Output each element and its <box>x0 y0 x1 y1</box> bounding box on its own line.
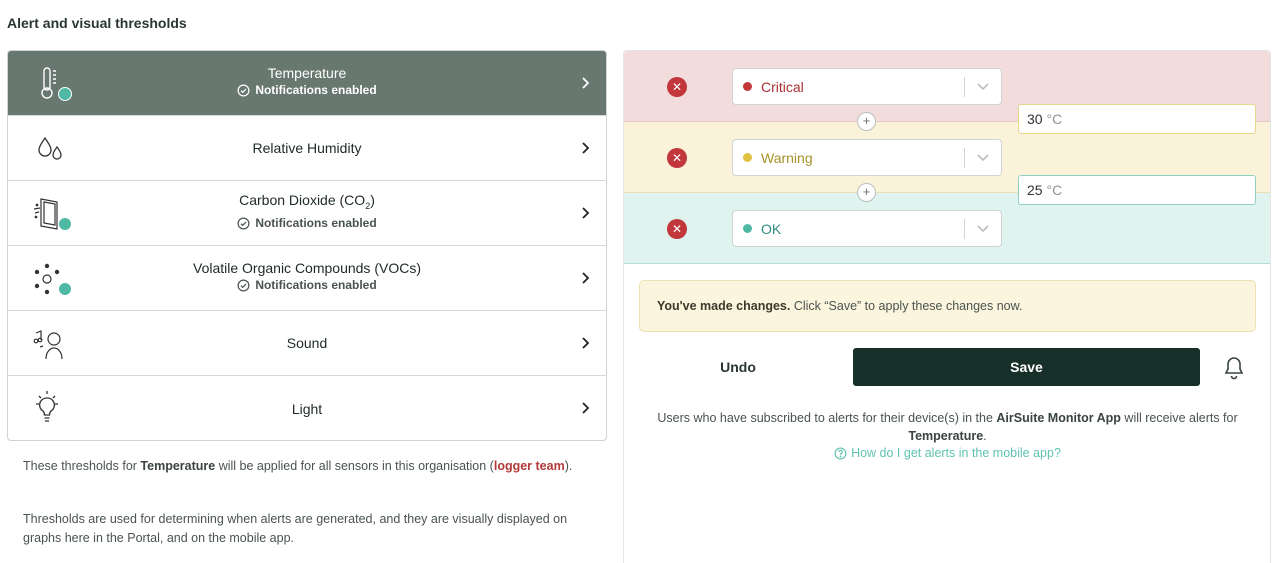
page-title: Alert and visual thresholds <box>7 15 187 31</box>
threshold-usage-description: Thresholds are used for determining when… <box>23 512 568 545</box>
check-circle-icon <box>237 279 250 292</box>
sound-icon <box>32 325 72 363</box>
chevron-down-icon[interactable] <box>965 68 1001 105</box>
chevron-right-icon <box>582 142 590 154</box>
level-select-warning[interactable]: Warning <box>732 139 1002 176</box>
notification-status: Notifications enabled <box>237 82 377 98</box>
notification-status: Notifications enabled <box>237 277 377 293</box>
sensor-list: Temperature Notifications enabled Relati… <box>7 50 607 441</box>
chevron-right-icon <box>582 77 590 89</box>
status-dot <box>743 224 752 233</box>
remove-critical-button[interactable]: ✕ <box>667 77 687 97</box>
status-dot <box>743 82 752 91</box>
notification-label: Notifications enabled <box>255 278 377 293</box>
level-label: OK <box>761 220 782 237</box>
question-circle-icon <box>834 447 847 459</box>
notification-label: Notifications enabled <box>255 83 377 98</box>
sensor-item-temperature[interactable]: Temperature Notifications enabled <box>8 51 606 116</box>
sensor-name: Relative Humidity <box>252 140 362 156</box>
sensor-name: Volatile Organic Compounds (VOCs) <box>193 260 421 277</box>
droplets-icon <box>32 130 72 168</box>
mobile-alerts-help-link[interactable]: How do I get alerts in the mobile app? <box>639 446 1256 460</box>
level-label: Critical <box>761 78 804 95</box>
sensor-item-sound[interactable]: Sound <box>8 311 606 376</box>
sensor-item-voc[interactable]: Volatile Organic Compounds (VOCs) Notifi… <box>8 246 606 311</box>
bell-badge-icon <box>58 282 72 296</box>
level-label: Warning <box>761 149 813 166</box>
bell-badge-icon <box>58 217 72 231</box>
check-circle-icon <box>237 84 250 97</box>
level-select-critical[interactable]: Critical <box>732 68 1002 105</box>
thermometer-icon <box>32 65 72 103</box>
bell-icon[interactable] <box>1222 355 1246 381</box>
organisation-name: logger team <box>493 459 565 473</box>
warning-threshold-input[interactable]: 25 °C <box>1018 175 1256 205</box>
notification-label: Notifications enabled <box>255 216 377 231</box>
chevron-right-icon <box>582 402 590 414</box>
alerts-help-text: Users who have subscribed to alerts for … <box>657 411 1238 443</box>
add-threshold-button[interactable]: + <box>857 112 876 131</box>
sensor-name: Temperature <box>267 65 347 82</box>
sensor-item-humidity[interactable]: Relative Humidity <box>8 116 606 181</box>
level-select-ok[interactable]: OK <box>732 210 1002 247</box>
save-button[interactable]: Save <box>853 348 1200 386</box>
chevron-right-icon <box>582 337 590 349</box>
critical-threshold-input[interactable]: 30 °C <box>1018 104 1256 134</box>
check-circle-icon <box>237 217 250 230</box>
voc-dots-icon <box>32 260 72 298</box>
notification-status: Notifications enabled <box>237 215 377 231</box>
sensor-name: Light <box>291 400 323 417</box>
chevron-down-icon[interactable] <box>965 139 1001 176</box>
sensor-item-co2[interactable]: Carbon Dioxide (CO2) Notifications enabl… <box>8 181 606 246</box>
unsaved-changes-notice: You've made changes. Click “Save” to app… <box>639 280 1256 332</box>
window-co2-icon <box>32 195 72 233</box>
sensor-name: Sound <box>286 335 328 351</box>
status-dot <box>743 153 752 162</box>
sensor-item-light[interactable]: Light <box>8 376 606 440</box>
threshold-scope-description: These thresholds for Temperature will be… <box>23 459 573 473</box>
add-threshold-button[interactable]: + <box>857 183 876 202</box>
thresholds-panel: ✕ Critical ✕ Warning ✕ OK + + 30 °C 25 °… <box>623 50 1271 563</box>
chevron-down-icon[interactable] <box>965 210 1001 247</box>
bell-badge-icon <box>58 87 72 101</box>
undo-button[interactable]: Undo <box>664 348 812 386</box>
chevron-right-icon <box>582 272 590 284</box>
remove-warning-button[interactable]: ✕ <box>667 148 687 168</box>
remove-ok-button[interactable]: ✕ <box>667 219 687 239</box>
lightbulb-icon <box>32 390 72 428</box>
chevron-right-icon <box>582 207 590 219</box>
sensor-name: Carbon Dioxide (CO2) <box>239 192 375 212</box>
